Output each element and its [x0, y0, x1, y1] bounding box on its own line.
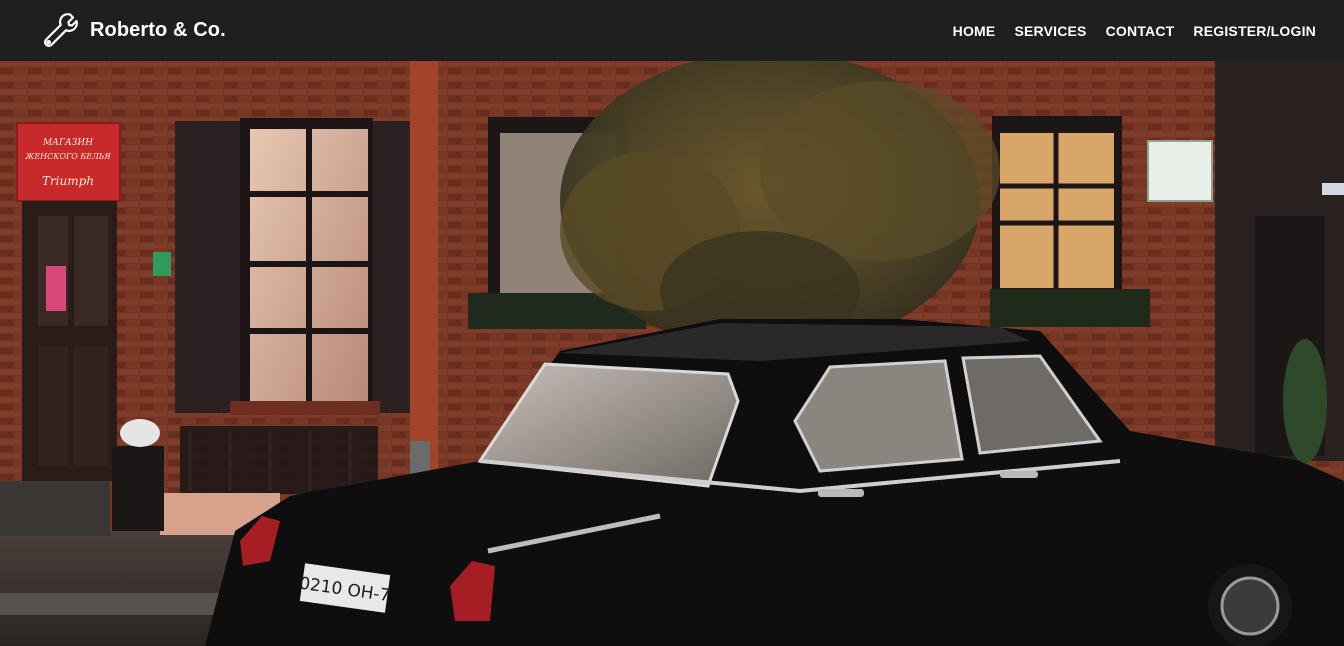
shop-sign: МАГАЗИН ЖЕНСКОГО БЕЛЬЯ Triumph — [16, 122, 121, 202]
flower-box-right — [990, 289, 1150, 327]
brand-name: Roberto & Co. — [90, 19, 226, 41]
shuttered-window — [175, 118, 418, 415]
nav-register-login[interactable]: REGISTER/LOGIN — [1193, 23, 1316, 39]
svg-text:МАГАЗИН: МАГАЗИН — [42, 138, 93, 148]
svg-text:ЖЕНСКОГО БЕЛЬЯ: ЖЕНСКОГО БЕЛЬЯ — [24, 152, 111, 161]
wrench-icon — [40, 11, 80, 51]
navbar: Roberto & Co. HOME SERVICES CONTACT REGI… — [0, 0, 1344, 61]
main-nav: HOME SERVICES CONTACT REGISTER/LOGIN — [953, 23, 1316, 39]
nav-contact[interactable]: CONTACT — [1106, 23, 1175, 39]
nav-home[interactable]: HOME — [953, 23, 996, 39]
shrub — [1283, 339, 1327, 463]
svg-text:Triumph: Triumph — [42, 174, 94, 188]
brand-link[interactable]: Roberto & Co. — [40, 11, 226, 51]
drain-pipe — [410, 61, 438, 481]
hero-image: МАГАЗИН ЖЕНСКОГО БЕЛЬЯ Triumph 0210 ОН-7 — [0, 61, 1344, 646]
nav-services[interactable]: SERVICES — [1014, 23, 1086, 39]
